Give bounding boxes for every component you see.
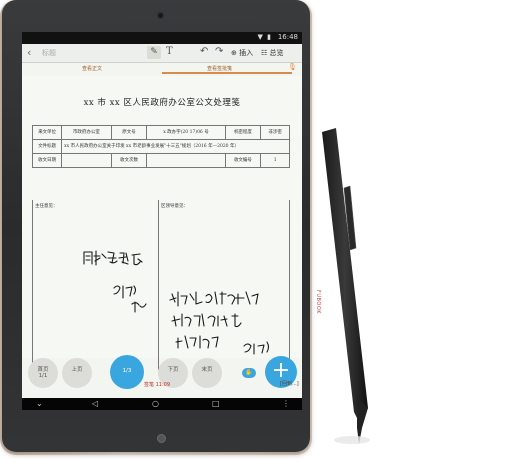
return-label[interactable]: [回到...] [280, 380, 299, 387]
insert-button[interactable]: ⊕ 插入 [231, 48, 253, 58]
tab-bar: 查看正文 查看签批笺 🎙 [22, 63, 302, 74]
handwriting-strokes [83, 250, 270, 355]
overview-button[interactable]: ☷ 总览 [261, 48, 284, 58]
navigation-bar: ⌄ ◁ ○ □ ⋮ [22, 398, 302, 410]
status-bar: ▼ ▮ 16:48 [22, 32, 302, 44]
microphone-icon[interactable]: 🎙 [288, 63, 297, 71]
status-time: 16:48 [277, 33, 298, 41]
screen: ▼ ▮ 16:48 ‹ 标题 ✎ T ↶ ↷ ⊕ 插入 ☷ 总览 查看正文 查看… [22, 32, 302, 410]
title-input[interactable]: 标题 [42, 48, 56, 58]
home-nav-icon[interactable]: ○ [152, 399, 159, 408]
toolbar: ‹ 标题 ✎ T ↶ ↷ ⊕ 插入 ☷ 总览 [22, 44, 302, 63]
tablet-device: ▼ ▮ 16:48 ‹ 标题 ✎ T ↶ ↷ ⊕ 插入 ☷ 总览 查看正文 查看… [2, 0, 310, 452]
document-page: xx 市 xx 区人民政府办公室公文处理笺 来文单位 市政府办公室 原文号 x … [22, 76, 302, 370]
back-nav-icon[interactable]: ◁ [92, 399, 98, 408]
back-icon[interactable]: ‹ [27, 46, 31, 59]
status-icons: ▼ ▮ [257, 33, 272, 41]
tab-underline [162, 72, 292, 74]
last-page-button[interactable]: 末页 [192, 358, 222, 388]
stylus-pen [322, 128, 370, 444]
hand-mode-icon[interactable]: ✋ [242, 368, 256, 378]
redo-icon[interactable]: ↷ [215, 46, 223, 57]
tab-view-approval[interactable]: 查看签批笺 [207, 65, 232, 72]
home-button[interactable] [157, 434, 166, 443]
first-page-button[interactable]: 首页 1/1 [28, 358, 58, 388]
text-tool-button[interactable]: T [166, 46, 173, 57]
prev-page-button[interactable]: 上页 [62, 358, 92, 388]
menu-nav-icon[interactable]: ⋮ [282, 399, 290, 408]
sign-time-label: 签笔 11:09 [144, 382, 170, 388]
camera-icon [157, 12, 164, 19]
tab-view-body[interactable]: 查看正文 [82, 65, 102, 72]
first-page-count: 1/1 [38, 373, 48, 379]
page-indicator-button[interactable]: 1/3 [110, 355, 144, 389]
undo-icon[interactable]: ↶ [200, 46, 208, 57]
pen-tool-button[interactable]: ✎ [147, 46, 161, 59]
page-controls: 首页 1/1 上页 1/3 下页 末页 签笔 11:09 ✋ + [回到...] [22, 355, 302, 398]
recents-nav-icon[interactable]: □ [212, 399, 220, 408]
hide-keyboard-icon[interactable]: ⌄ [36, 399, 43, 408]
